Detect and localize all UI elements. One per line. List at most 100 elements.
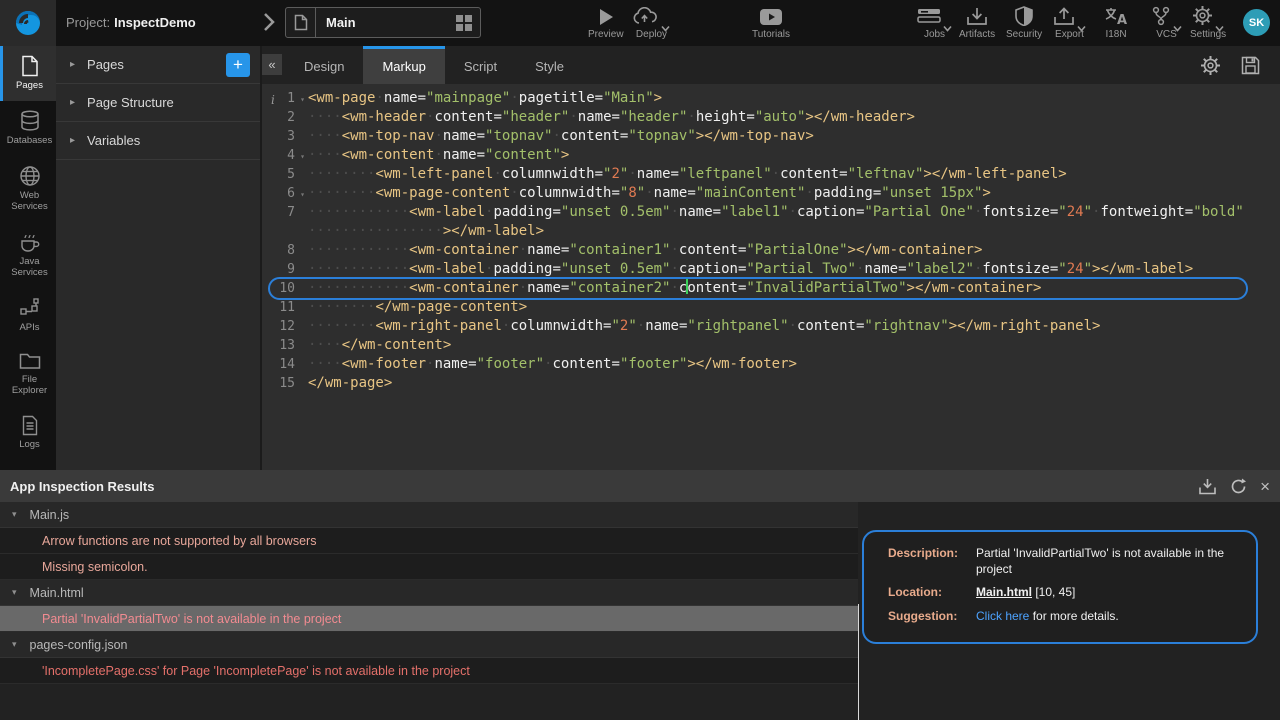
- rail-item-pages[interactable]: Pages: [0, 46, 56, 101]
- database-icon: [20, 110, 40, 132]
- rail-item-java-services[interactable]: Java Services: [0, 222, 56, 288]
- line-number[interactable]: 12: [262, 317, 308, 336]
- code-line-15[interactable]: 15</wm-page>: [262, 374, 1280, 393]
- code-line-3[interactable]: 3····<wm-top-nav·name="topnav"·content="…: [262, 127, 1280, 146]
- collapse-panel-button[interactable]: «: [262, 54, 282, 75]
- download-results-icon[interactable]: [1198, 478, 1217, 495]
- line-number[interactable]: 5: [262, 165, 308, 184]
- rail-item-databases[interactable]: Databases: [0, 101, 56, 156]
- tab-script[interactable]: Script: [445, 46, 516, 84]
- description-value: Partial 'InvalidPartialTwo' is not avail…: [976, 545, 1256, 577]
- code-line-4[interactable]: 4▾····<wm-content·name="content">: [262, 146, 1280, 165]
- save-icon[interactable]: [1241, 56, 1260, 75]
- rail-item-logs[interactable]: Logs: [0, 406, 56, 460]
- fold-marker-icon[interactable]: ▾: [300, 90, 305, 109]
- breadcrumb-chevron-icon[interactable]: [263, 12, 275, 32]
- inspection-group-pages-config.json[interactable]: ▾pages-config.json: [0, 632, 858, 658]
- panel-section-pages[interactable]: ▸ Pages +: [56, 46, 260, 84]
- error-detail-tooltip: Description: Partial 'InvalidPartialTwo'…: [862, 530, 1258, 644]
- fold-marker-icon[interactable]: ▾: [300, 185, 305, 204]
- translate-icon: A: [1104, 6, 1128, 26]
- tab-style[interactable]: Style: [516, 46, 583, 84]
- expand-arrow-icon: ▸: [70, 135, 75, 146]
- page-tab-main[interactable]: Main: [285, 7, 481, 38]
- coffee-icon: [19, 231, 41, 253]
- tutorials-button[interactable]: Tutorials: [752, 6, 790, 40]
- code-line-13[interactable]: 13····</wm-content>: [262, 336, 1280, 355]
- globe-icon: [19, 165, 41, 187]
- line-number[interactable]: 9: [262, 260, 308, 279]
- deploy-button[interactable]: Deploy: [633, 6, 670, 40]
- jobs-button[interactable]: Jobs: [917, 6, 952, 40]
- wavemaker-logo-icon: [13, 8, 43, 38]
- artifacts-button[interactable]: Artifacts: [959, 6, 995, 40]
- code-line-8[interactable]: 8············<wm-container·name="contain…: [262, 241, 1280, 260]
- line-number[interactable]: 8: [262, 241, 308, 260]
- panel-section-variables[interactable]: ▸ Variables: [56, 122, 260, 160]
- inspection-item[interactable]: 'IncompletePage.css' for Page 'Incomplet…: [0, 658, 858, 684]
- code-line-12[interactable]: 12········<wm-right-panel·columnwidth="2…: [262, 317, 1280, 336]
- markup-editor: « Design Markup Script Style i 1▾<wm-pag…: [262, 46, 1280, 470]
- panel-section-page-structure[interactable]: ▸ Page Structure: [56, 84, 260, 122]
- fold-marker-icon[interactable]: ▾: [300, 147, 305, 166]
- rail-item-apis[interactable]: APIs: [0, 288, 56, 343]
- line-number[interactable]: 14: [262, 355, 308, 374]
- close-icon[interactable]: ×: [1260, 478, 1270, 495]
- user-avatar[interactable]: SK: [1243, 9, 1270, 36]
- editor-settings-gear-icon[interactable]: [1200, 55, 1221, 76]
- code-line-5[interactable]: 5········<wm-left-panel·columnwidth="2"·…: [262, 165, 1280, 184]
- project-label: Project:InspectDemo: [66, 15, 196, 30]
- rail-item-web-services[interactable]: Web Services: [0, 156, 56, 222]
- location-file-link[interactable]: Main.html: [976, 585, 1032, 599]
- inspection-list: ▾Main.jsArrow functions are not supporte…: [0, 502, 858, 684]
- vcs-button[interactable]: VCS: [1151, 6, 1182, 40]
- security-button[interactable]: Security: [1006, 6, 1042, 40]
- settings-button[interactable]: Settings: [1190, 6, 1226, 40]
- line-number[interactable]: 10: [262, 279, 308, 298]
- i18n-button[interactable]: A I18N: [1104, 6, 1128, 40]
- location-value: Main.html [10, 45]: [976, 584, 1256, 600]
- app-logo[interactable]: [0, 0, 56, 46]
- inspection-item[interactable]: Missing semicolon.: [0, 554, 858, 580]
- collapse-arrow-icon: ▾: [12, 639, 17, 650]
- line-number[interactable]: 13: [262, 336, 308, 355]
- nodes-icon: [19, 297, 41, 319]
- add-page-button[interactable]: +: [226, 53, 250, 77]
- preview-button[interactable]: Preview: [588, 6, 624, 40]
- code-line-6[interactable]: 6▾········<wm-page-content·columnwidth="…: [262, 184, 1280, 203]
- line-number[interactable]: 4▾: [262, 146, 308, 165]
- line-number[interactable]: 7: [262, 203, 308, 241]
- line-number[interactable]: 1▾: [262, 89, 308, 108]
- refresh-icon[interactable]: [1230, 478, 1247, 495]
- top-bar: Project:InspectDemo Main Preview Deploy: [0, 0, 1280, 46]
- line-number[interactable]: 3: [262, 127, 308, 146]
- wavemaker-studio: Project:InspectDemo Main Preview Deploy: [0, 0, 1280, 720]
- click-here-link[interactable]: Click here: [976, 609, 1029, 623]
- left-rail: Pages Databases Web Services Java Servic…: [0, 46, 56, 470]
- pane-divider[interactable]: [858, 604, 859, 720]
- code-line-11[interactable]: 11········</wm-page-content>: [262, 298, 1280, 317]
- line-number[interactable]: 15: [262, 374, 308, 393]
- line-number[interactable]: 6▾: [262, 184, 308, 203]
- page-tab-label: Main: [316, 15, 456, 30]
- tab-markup[interactable]: Markup: [363, 46, 444, 84]
- inspection-group-Main.js[interactable]: ▾Main.js: [0, 502, 858, 528]
- code-line-9[interactable]: 9············<wm-label·padding="unset 0.…: [262, 260, 1280, 279]
- code-line-14[interactable]: 14····<wm-footer·name="footer"·content="…: [262, 355, 1280, 374]
- inspection-item[interactable]: Partial 'InvalidPartialTwo' is not avail…: [0, 606, 858, 632]
- code-line-10[interactable]: 10············<wm-container·name="contai…: [262, 279, 1280, 298]
- inspection-item[interactable]: Arrow functions are not supported by all…: [0, 528, 858, 554]
- line-number[interactable]: 2: [262, 108, 308, 127]
- rail-item-file-explorer[interactable]: File Explorer: [0, 342, 56, 406]
- page-switcher-grid-icon[interactable]: [456, 15, 472, 31]
- cloud-upload-icon: [633, 6, 670, 26]
- inspection-group-Main.html[interactable]: ▾Main.html: [0, 580, 858, 606]
- tab-design[interactable]: Design: [285, 46, 363, 84]
- export-button[interactable]: Export: [1053, 6, 1086, 40]
- line-number[interactable]: 11: [262, 298, 308, 317]
- code-line-1[interactable]: 1▾<wm-page·name="mainpage"·pagetitle="Ma…: [262, 89, 1280, 108]
- code-editor[interactable]: i 1▾<wm-page·name="mainpage"·pagetitle="…: [262, 84, 1280, 470]
- code-line-7[interactable]: 7············<wm-label·padding="unset 0.…: [262, 203, 1280, 241]
- editor-tab-bar: Design Markup Script Style: [262, 46, 1280, 84]
- code-line-2[interactable]: 2····<wm-header·content="header"·name="h…: [262, 108, 1280, 127]
